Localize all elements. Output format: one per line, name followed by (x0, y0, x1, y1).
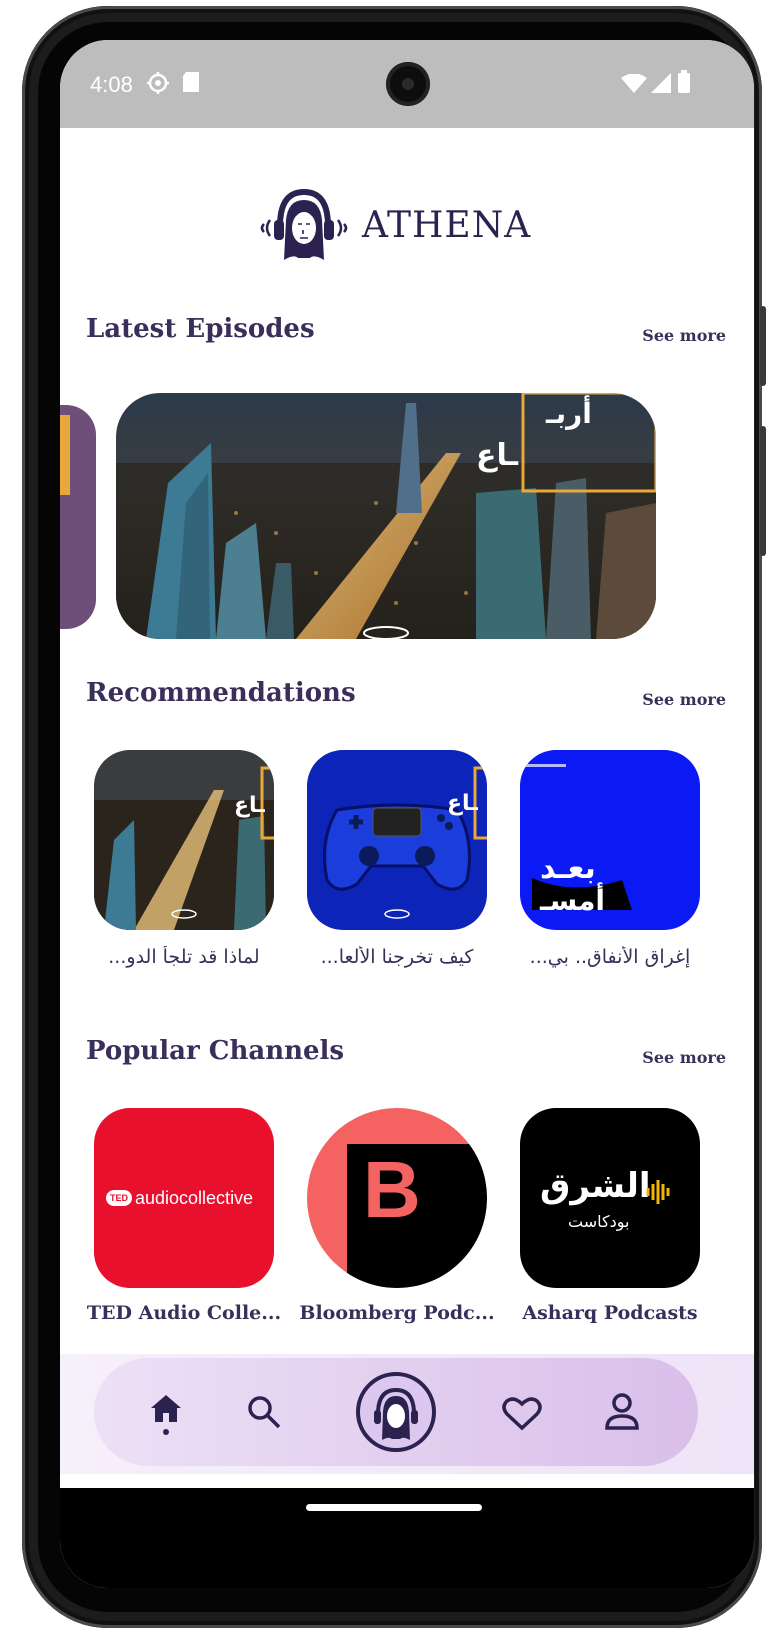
channel-card-asharq[interactable]: الشرق بودكاست (520, 1108, 700, 1288)
volume-button (760, 306, 766, 386)
asharq-logo-text: الشرق (540, 1166, 651, 1206)
athena-logo-icon (260, 188, 348, 260)
recommendation-title[interactable]: ...إغراق الأنفاق.. بي (503, 946, 717, 968)
recommendation-card[interactable]: بعـد أمسـ (520, 750, 700, 930)
recommendation-card[interactable]: ـاع (94, 750, 274, 930)
settings-icon (147, 72, 169, 94)
recommendation-card[interactable]: ـاع (307, 750, 487, 930)
home-gesture-bar[interactable] (306, 1504, 482, 1511)
brand-header: ATHENA (256, 180, 531, 270)
channel-card-ted[interactable]: TED audiocollective (94, 1108, 274, 1288)
front-camera (386, 62, 430, 106)
gamepad-thumbnail: ـاع (307, 750, 487, 930)
recommendation-title[interactable]: ...لماذا قد تلجأ الدو (77, 946, 291, 968)
recommendations-title: Recommendations (86, 678, 356, 708)
channels-see-more-link[interactable]: See more (642, 1048, 726, 1067)
recommendation-title[interactable]: ...كيف تخرجنا الألعا (290, 946, 504, 968)
battery-icon (678, 70, 690, 93)
popular-channels-title: Popular Channels (86, 1036, 345, 1066)
app-screen: 4:08 ATHENA Latest Episodes See more أرب… (60, 40, 754, 1588)
audio-wave-icon (646, 1180, 670, 1204)
latest-see-more-link[interactable]: See more (642, 326, 726, 345)
card-overlay-text-1: بعـد (540, 851, 596, 886)
bottom-navigation (94, 1358, 698, 1466)
heart-icon[interactable] (502, 1396, 542, 1432)
wifi-icon (621, 74, 647, 93)
bloomberg-logo-text: B (363, 1145, 421, 1234)
status-time: 4:08 (90, 72, 133, 97)
city-night-thumbnail: ـاع (94, 750, 274, 930)
brand-name: ATHENA (362, 204, 532, 246)
gesture-area (60, 1488, 754, 1588)
channel-title[interactable]: TED Audio Colle... (77, 1302, 291, 1324)
ted-logo: TED audiocollective (106, 1184, 266, 1212)
latest-episodes-title: Latest Episodes (86, 314, 315, 344)
city-night-artwork: أربـ ـاع (116, 393, 656, 639)
channel-card-bloomberg[interactable]: B (307, 1108, 487, 1288)
signal-icon (651, 73, 671, 93)
hero-overlay-text-1: أربـ (545, 395, 592, 430)
recommendations-see-more-link[interactable]: See more (642, 690, 726, 709)
power-button (760, 426, 766, 556)
search-icon[interactable] (246, 1394, 282, 1430)
card-overlay-text: ـاع (447, 791, 478, 816)
sd-card-icon (183, 72, 199, 92)
channel-title[interactable]: Bloomberg Podc... (290, 1302, 504, 1324)
hero-overlay-text-2: ـاع (476, 438, 519, 473)
previous-episode-peek[interactable] (60, 405, 96, 629)
latest-episode-card[interactable]: أربـ ـاع (116, 393, 656, 639)
athena-center-button[interactable] (354, 1370, 438, 1454)
asharq-logo-subtext: بودكاست (568, 1212, 630, 1231)
home-icon[interactable] (148, 1392, 184, 1436)
profile-icon[interactable] (604, 1392, 640, 1432)
channel-title[interactable]: Asharq Podcasts (503, 1302, 717, 1324)
card-overlay-text: ـاع (234, 793, 265, 818)
blue-cover-thumbnail: بعـد أمسـ (520, 750, 700, 930)
card-overlay-text-2: أمسـ (539, 882, 605, 917)
ted-logo-text: audiocollective (135, 1187, 254, 1208)
ted-badge: TED (106, 1190, 132, 1206)
